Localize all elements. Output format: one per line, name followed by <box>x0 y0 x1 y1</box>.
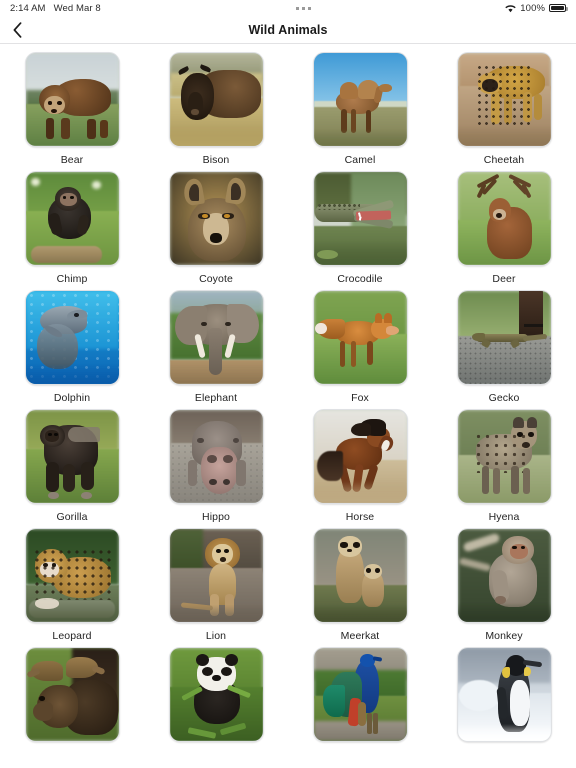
grid-item-crocodile[interactable]: Crocodile <box>288 171 432 286</box>
battery-full-icon <box>549 4 568 12</box>
chimp-photo <box>24 171 120 266</box>
grid-item-label: Deer <box>492 273 516 285</box>
grid-item-meerkat[interactable]: Meerkat <box>288 528 432 643</box>
grid-item-label: Chimp <box>56 273 88 285</box>
status-time: 2:14 AM <box>10 2 46 14</box>
peacock-photo <box>312 647 408 742</box>
grid-item-label: Monkey <box>485 630 523 642</box>
status-bar: 2:14 AM Wed Mar 8 100% <box>0 0 576 16</box>
grid-item-deer[interactable]: Deer <box>432 171 576 286</box>
grid-item-chimp[interactable]: Chimp <box>0 171 144 286</box>
grid-item-lion[interactable]: Lion <box>144 528 288 643</box>
grid-item-label: Bison <box>202 154 230 166</box>
crocodile-photo <box>312 171 408 266</box>
lion-photo <box>168 528 264 623</box>
grid-item-label: Gecko <box>488 392 520 404</box>
leopard-photo <box>24 528 120 623</box>
grid-item-label: Bear <box>60 154 84 166</box>
grid-item-label: Cheetah <box>483 154 525 166</box>
status-bar-right: 100% <box>505 2 568 14</box>
grid-item-fox[interactable]: Fox <box>288 290 432 405</box>
bear-photo <box>24 52 120 147</box>
grid-item-label: Gorilla <box>56 511 88 523</box>
camel-photo <box>312 52 408 147</box>
panda-photo <box>168 647 264 742</box>
grid-item-gorilla[interactable]: Gorilla <box>0 409 144 524</box>
grid-item-label: Fox <box>351 392 369 404</box>
grid-item-label: Hippo <box>202 511 230 523</box>
grid-item-monkey[interactable]: Monkey <box>432 528 576 643</box>
grid-item-leopard[interactable]: Leopard <box>0 528 144 643</box>
grid-item-label: Camel <box>344 154 376 166</box>
grid-item-bear[interactable]: Bear <box>0 52 144 167</box>
hyena-photo <box>456 409 552 504</box>
grid-item-bison[interactable]: Bison <box>144 52 288 167</box>
chevron-left-icon <box>13 21 22 38</box>
grid-item-hyena[interactable]: Hyena <box>432 409 576 524</box>
grid-item-panda[interactable] <box>144 647 288 749</box>
grid-item-label: Lion <box>205 630 227 642</box>
grid-item-cheetah[interactable]: Cheetah <box>432 52 576 167</box>
grid-item-label: Dolphin <box>53 392 91 404</box>
status-bar-left: 2:14 AM Wed Mar 8 <box>10 3 101 14</box>
grid-item-peacock[interactable] <box>288 647 432 749</box>
horse-photo <box>312 409 408 504</box>
battery-percent-label: 100% <box>520 2 545 14</box>
grid-item-gecko[interactable]: Gecko <box>432 290 576 405</box>
dolphin-photo <box>24 290 120 385</box>
bison-photo <box>168 52 264 147</box>
grid-item-label: Meerkat <box>340 630 380 642</box>
moose-photo <box>24 647 120 742</box>
grid-item-camel[interactable]: Camel <box>288 52 432 167</box>
grid-item-label: Horse <box>345 511 375 523</box>
grid-item-dolphin[interactable]: Dolphin <box>0 290 144 405</box>
cheetah-photo <box>456 52 552 147</box>
grid-item-hippo[interactable]: Hippo <box>144 409 288 524</box>
hippo-photo <box>168 409 264 504</box>
coyote-photo <box>168 171 264 266</box>
animal-grid: Bear Bison Camel Cheetah Chimp Coyote Cr… <box>0 52 576 749</box>
grid-item-elephant[interactable]: Elephant <box>144 290 288 405</box>
grid-item-penguin[interactable] <box>432 647 576 749</box>
animal-grid-scroll[interactable]: Bear Bison Camel Cheetah Chimp Coyote Cr… <box>0 44 576 768</box>
grid-item-label: Elephant <box>194 392 238 404</box>
wifi-icon <box>505 4 516 13</box>
fox-photo <box>312 290 408 385</box>
deer-photo <box>456 171 552 266</box>
grid-item-label: Coyote <box>199 273 233 285</box>
grid-item-horse[interactable]: Horse <box>288 409 432 524</box>
meerkat-photo <box>312 528 408 623</box>
grid-item-coyote[interactable]: Coyote <box>144 171 288 286</box>
back-button[interactable] <box>6 19 28 41</box>
navigation-bar: Wild Animals <box>0 16 576 44</box>
status-date: Wed Mar 8 <box>53 2 101 14</box>
penguin-photo <box>456 647 552 742</box>
monkey-photo <box>456 528 552 623</box>
three-dots-icon[interactable] <box>295 6 311 10</box>
elephant-photo <box>168 290 264 385</box>
gorilla-photo <box>24 409 120 504</box>
grid-item-label: Hyena <box>488 511 520 523</box>
page-title: Wild Animals <box>248 22 328 37</box>
grid-item-label: Crocodile <box>337 273 383 285</box>
grid-item-label: Leopard <box>52 630 92 642</box>
grid-item-moose[interactable] <box>0 647 144 749</box>
status-bar-center <box>101 6 506 10</box>
gecko-photo <box>456 290 552 385</box>
